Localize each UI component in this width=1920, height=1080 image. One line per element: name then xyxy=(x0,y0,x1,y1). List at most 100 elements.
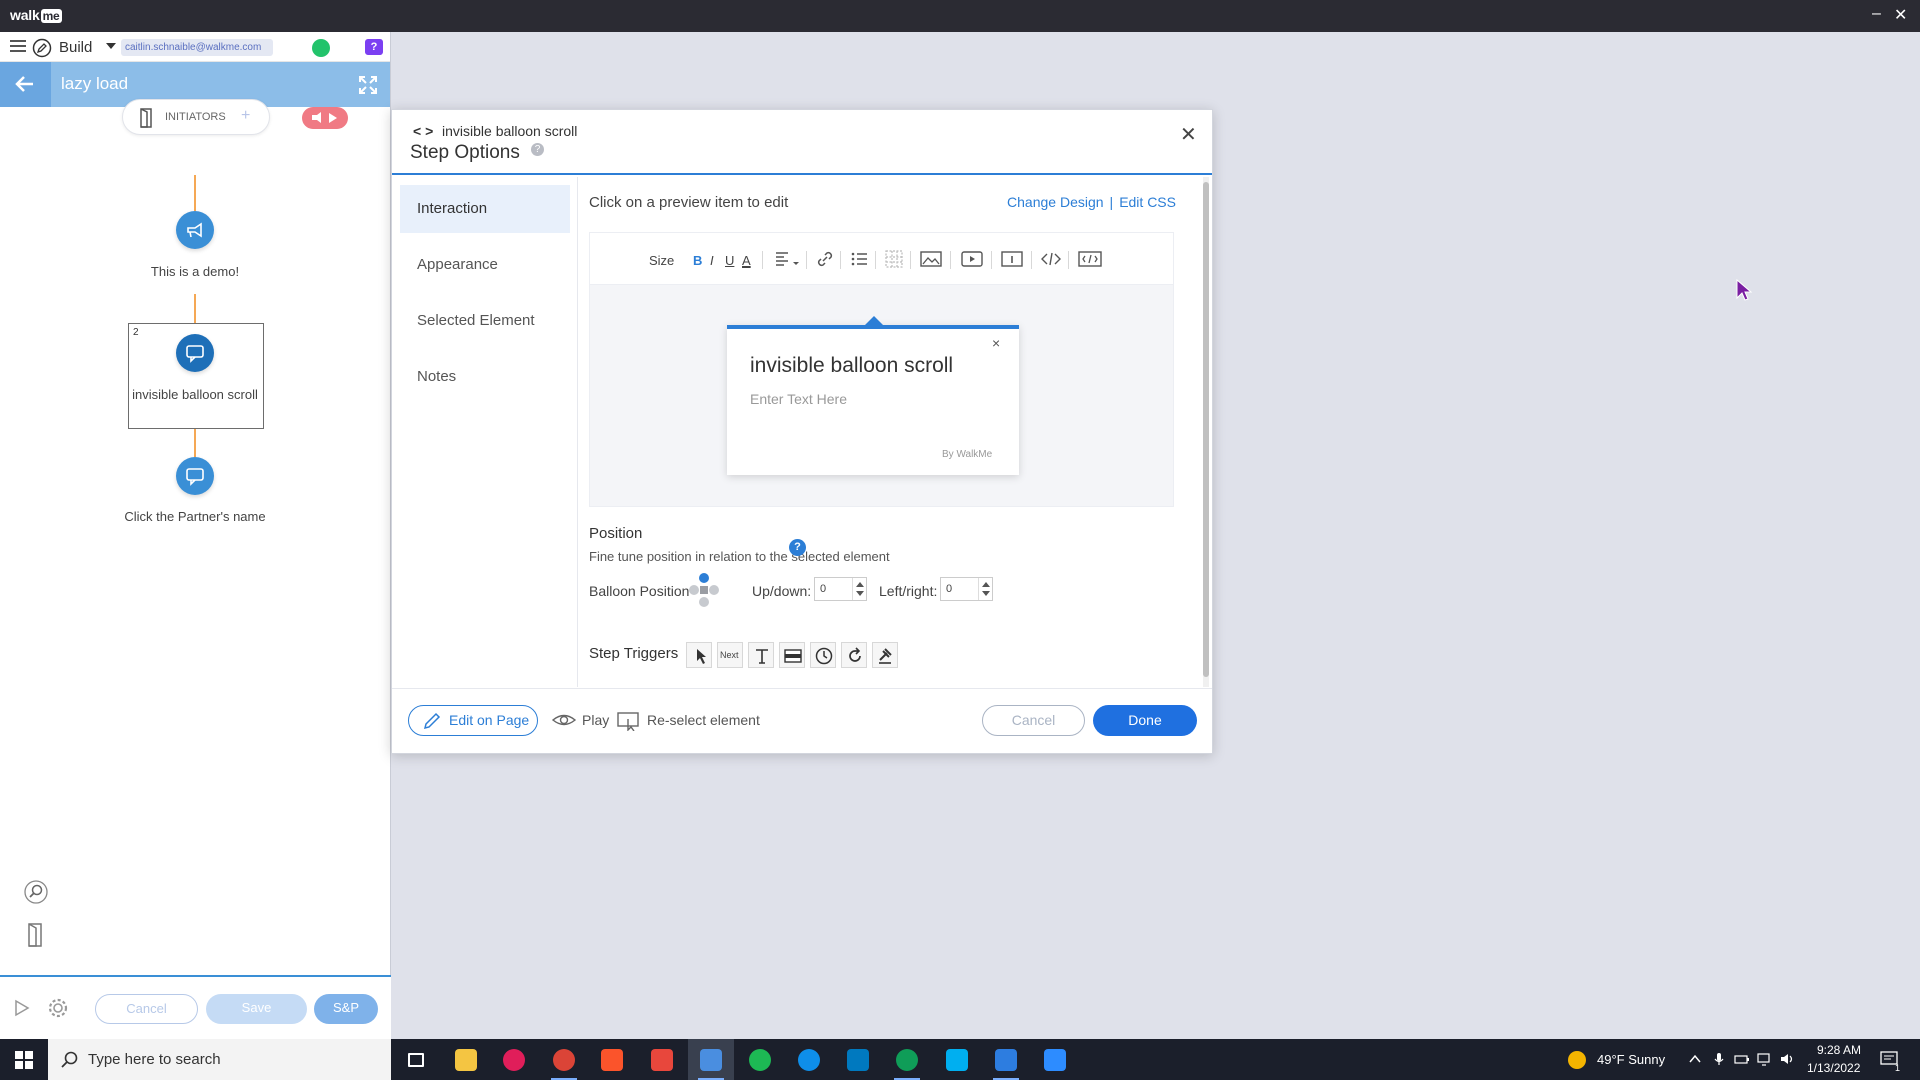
image-icon[interactable] xyxy=(920,250,942,268)
table-grid-icon[interactable] xyxy=(885,250,903,268)
trigger-refresh-icon[interactable] xyxy=(841,642,867,668)
done-button[interactable]: Done xyxy=(1093,705,1197,736)
balloon-position-picker-icon[interactable] xyxy=(686,572,722,608)
expand-icon[interactable] xyxy=(359,76,377,94)
balloon-title[interactable]: invisible balloon scroll xyxy=(750,354,953,378)
cancel-button[interactable]: Cancel xyxy=(95,994,198,1024)
step-nav-arrows-icon[interactable]: < > xyxy=(413,123,433,139)
underline-button[interactable]: U xyxy=(725,253,734,268)
tab-notes[interactable]: Notes xyxy=(400,353,570,401)
updown-label: Up/down: xyxy=(752,583,812,599)
chrome-profile-icon[interactable] xyxy=(884,1039,930,1080)
html-source-icon[interactable] xyxy=(1078,250,1102,268)
zoom-search-icon[interactable] xyxy=(23,879,51,907)
play-button[interactable]: Play xyxy=(552,712,609,728)
cancel-button[interactable]: Cancel xyxy=(982,705,1085,736)
media-player-icon[interactable] xyxy=(983,1039,1029,1080)
zoom-icon[interactable] xyxy=(1032,1039,1078,1080)
build-mode-label[interactable]: Build xyxy=(59,39,92,56)
tab-interaction[interactable]: Interaction xyxy=(400,185,570,233)
tab-appearance[interactable]: Appearance xyxy=(400,241,570,289)
save-button[interactable]: Save xyxy=(206,994,307,1024)
skype-icon[interactable] xyxy=(934,1039,980,1080)
step-node-balloon[interactable] xyxy=(176,457,214,495)
sunny-weather-icon[interactable] xyxy=(1568,1051,1586,1069)
help-icon[interactable]: ? xyxy=(531,143,544,156)
step-node-balloon[interactable] xyxy=(176,334,214,372)
trigger-element-icon[interactable] xyxy=(779,642,805,668)
balloon-text[interactable]: Enter Text Here xyxy=(750,391,847,407)
change-design-link[interactable]: Change Design xyxy=(1007,194,1104,210)
battery-icon[interactable] xyxy=(1734,1052,1749,1066)
info-box-icon[interactable] xyxy=(1001,250,1023,268)
minimize-button[interactable]: – xyxy=(1872,5,1881,23)
snagit-icon[interactable] xyxy=(639,1039,685,1080)
close-window-button[interactable]: ✕ xyxy=(1894,5,1907,25)
trigger-gavel-icon[interactable] xyxy=(872,642,898,668)
add-initiator-icon[interactable]: + xyxy=(241,107,250,125)
trigger-timer-icon[interactable] xyxy=(810,642,836,668)
video-icon[interactable] xyxy=(961,250,983,268)
toolbar-separator xyxy=(875,251,876,269)
step-node-launcher[interactable] xyxy=(176,211,214,249)
balloon-preview[interactable]: × invisible balloon scroll Enter Text He… xyxy=(727,316,1019,475)
link-icon[interactable] xyxy=(816,250,834,268)
edit-css-link[interactable]: Edit CSS xyxy=(1119,194,1176,210)
step-options-dialog: < > invisible balloon scroll Step Option… xyxy=(391,109,1213,754)
settings-gear-icon[interactable] xyxy=(47,997,69,1019)
status-indicator-icon[interactable] xyxy=(312,39,330,57)
weather-text[interactable]: 49°F Sunny xyxy=(1597,1052,1665,1067)
tray-chevron-up-icon[interactable] xyxy=(1688,1052,1702,1066)
help-chat-icon[interactable]: ? xyxy=(365,39,383,55)
leftright-stepper[interactable]: 0 xyxy=(940,577,993,601)
chrome-icon[interactable] xyxy=(541,1039,587,1080)
walkme-editor-taskbar-icon[interactable] xyxy=(688,1039,734,1080)
user-email: caitlin.schnaible@walkme.com xyxy=(121,39,273,56)
trigger-type-text-icon[interactable] xyxy=(748,642,774,668)
stepper-arrows-icon[interactable] xyxy=(852,578,866,600)
balloon-pointer xyxy=(864,316,884,326)
reselect-element-button[interactable]: Re-select element xyxy=(617,712,760,731)
close-dialog-button[interactable]: ✕ xyxy=(1180,122,1197,147)
dialog-scrollbar[interactable] xyxy=(1203,177,1209,687)
bold-button[interactable]: B xyxy=(693,253,702,268)
tab-selected-element[interactable]: Selected Element xyxy=(400,297,570,345)
edit-on-page-button[interactable]: Edit on Page xyxy=(408,705,538,736)
exit-door-icon[interactable] xyxy=(23,921,51,949)
network-icon[interactable] xyxy=(1757,1052,1771,1066)
volume-icon[interactable] xyxy=(1780,1052,1794,1066)
play-icon[interactable] xyxy=(14,999,30,1017)
launcher-play-toggle[interactable] xyxy=(302,107,348,129)
trigger-next-button[interactable]: Next xyxy=(717,642,743,668)
triggers-help-icon[interactable]: ? xyxy=(789,539,806,556)
code-icon[interactable] xyxy=(1041,250,1061,268)
balloon-close-icon[interactable]: × xyxy=(992,335,1000,351)
clock-date[interactable]: 1/13/2022 xyxy=(1807,1061,1860,1075)
clock-time[interactable]: 9:28 AM xyxy=(1813,1043,1865,1057)
italic-button[interactable]: I xyxy=(710,253,714,268)
trello-icon[interactable] xyxy=(835,1039,881,1080)
microphone-icon[interactable] xyxy=(1712,1052,1726,1066)
taskbar-search-box[interactable]: Type here to search xyxy=(48,1039,391,1080)
initiators-button[interactable]: INITIATORS + xyxy=(122,99,270,135)
hamburger-menu-icon[interactable] xyxy=(10,40,26,53)
slack-icon[interactable] xyxy=(491,1039,537,1080)
font-size-button[interactable]: Size xyxy=(649,253,674,268)
stepper-arrows-icon[interactable] xyxy=(978,578,992,600)
build-dropdown-chevron-icon[interactable] xyxy=(106,43,116,49)
windows-start-icon[interactable] xyxy=(15,1051,33,1069)
updown-stepper[interactable]: 0 xyxy=(814,577,867,601)
brave-icon[interactable] xyxy=(589,1039,635,1080)
text-color-button[interactable]: A xyxy=(742,253,751,268)
position-description: Fine tune position in relation to the se… xyxy=(589,549,890,564)
task-view-icon[interactable] xyxy=(393,1039,439,1080)
trigger-click-icon[interactable] xyxy=(686,642,712,668)
teamviewer-icon[interactable] xyxy=(786,1039,832,1080)
list-icon[interactable] xyxy=(851,250,869,268)
file-explorer-icon[interactable] xyxy=(443,1039,489,1080)
spotify-icon[interactable] xyxy=(737,1039,783,1080)
os-taskbar: Type here to search 49°F Sunny 9:28 AM 1… xyxy=(0,1039,1920,1080)
align-icon[interactable] xyxy=(775,250,801,268)
save-publish-button[interactable]: S&P xyxy=(314,994,378,1024)
back-button[interactable] xyxy=(0,62,51,107)
